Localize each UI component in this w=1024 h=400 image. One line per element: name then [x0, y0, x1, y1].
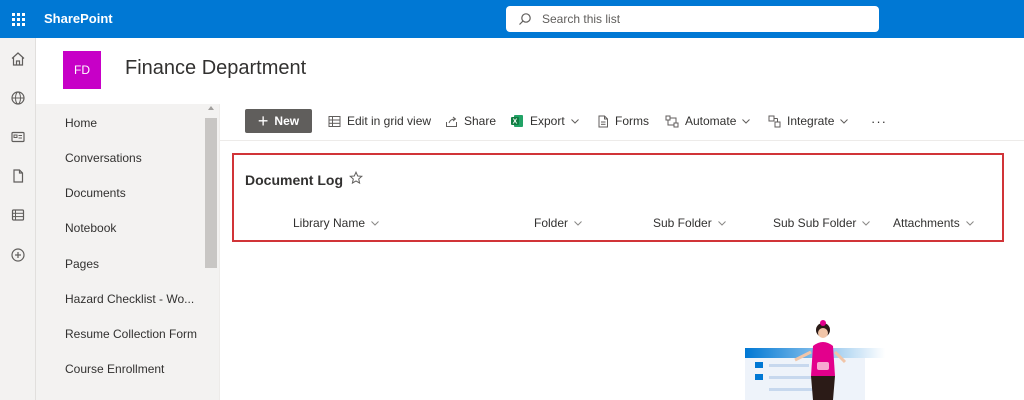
plus-icon: +: [257, 111, 269, 131]
suite-bar: SharePoint Search this list: [0, 0, 1024, 38]
globe-icon: [11, 91, 25, 105]
integrate-icon: [768, 115, 781, 127]
nav-item-hazard-checklist[interactable]: Hazard Checklist - Wo...: [65, 292, 194, 306]
home-icon: [11, 52, 25, 66]
automate-button[interactable]: Automate: [665, 109, 756, 133]
nav-item-home[interactable]: Home: [65, 116, 97, 130]
brand-name[interactable]: SharePoint: [44, 11, 113, 26]
column-label: Sub Folder: [653, 216, 712, 230]
chevron-down-icon: [574, 220, 582, 226]
site-logo[interactable]: FD: [63, 51, 101, 89]
column-header-sub-sub-folder[interactable]: Sub Sub Folder: [773, 216, 871, 230]
chevron-down-icon: [717, 220, 726, 226]
nav-item-documents[interactable]: Documents: [65, 186, 126, 200]
search-input[interactable]: Search this list: [542, 12, 620, 26]
column-header-folder[interactable]: Folder: [534, 216, 582, 230]
waffle-icon: [11, 12, 25, 26]
appbar-create[interactable]: [0, 240, 36, 270]
column-header-library-name[interactable]: Library Name: [293, 216, 379, 230]
nav-item-course-enrollment[interactable]: Course Enrollment: [65, 362, 164, 376]
list-icon: [11, 209, 25, 221]
favorite-star-icon[interactable]: [349, 171, 363, 185]
svg-text:X: X: [513, 119, 518, 126]
form-icon: [598, 115, 608, 127]
search-box[interactable]: Search this list: [506, 6, 879, 32]
column-header-sub-folder[interactable]: Sub Folder: [653, 216, 726, 230]
nav-item-pages[interactable]: Pages: [65, 257, 99, 271]
more-icon: ···: [871, 113, 887, 129]
chevron-down-icon: [862, 220, 871, 226]
export-button[interactable]: X Export: [510, 109, 585, 133]
forms-button[interactable]: Forms: [597, 109, 649, 133]
news-icon: [11, 131, 25, 143]
app-launcher-button[interactable]: [0, 0, 36, 38]
share-button[interactable]: Share: [445, 109, 496, 133]
more-options-button[interactable]: ···: [871, 109, 887, 133]
share-label: Share: [464, 114, 497, 128]
automate-label: Automate: [685, 114, 737, 128]
new-button[interactable]: + New: [245, 109, 312, 133]
nav-item-notebook[interactable]: Notebook: [65, 221, 116, 235]
appbar-sites[interactable]: [0, 83, 36, 113]
grid-icon: [328, 115, 341, 127]
nav-divider: [219, 104, 220, 400]
file-icon: [13, 169, 24, 183]
column-label: Library Name: [293, 216, 366, 230]
column-label: Sub Sub Folder: [773, 216, 857, 230]
appbar-files[interactable]: [0, 161, 36, 191]
scroll-up-arrow-icon[interactable]: [208, 106, 214, 110]
empty-list-illustration: [745, 320, 885, 400]
chevron-down-icon: [570, 118, 579, 124]
column-label: Attachments: [893, 216, 960, 230]
excel-icon: X: [511, 115, 523, 127]
integrate-label: Integrate: [787, 114, 835, 128]
app-bar: [0, 38, 36, 400]
edit-grid-view-button[interactable]: Edit in grid view: [328, 109, 431, 133]
left-navigation: Home Conversations Documents Notebook Pa…: [36, 104, 220, 400]
share-icon: [446, 116, 457, 127]
edit-grid-view-label: Edit in grid view: [347, 114, 432, 128]
chevron-down-icon: [840, 118, 849, 124]
chevron-down-icon: [965, 220, 974, 226]
add-icon: [11, 248, 25, 262]
chevron-down-icon: [742, 118, 751, 124]
nav-item-resume-collection[interactable]: Resume Collection Form: [65, 327, 197, 341]
appbar-lists[interactable]: [0, 200, 36, 230]
new-button-label: New: [274, 114, 300, 128]
column-label: Folder: [534, 216, 569, 230]
flow-icon: [665, 115, 679, 127]
forms-label: Forms: [615, 114, 649, 128]
integrate-button[interactable]: Integrate: [768, 109, 854, 133]
nav-scrollbar-thumb[interactable]: [205, 118, 217, 268]
appbar-news[interactable]: [0, 122, 36, 152]
export-label: Export: [530, 114, 565, 128]
chevron-down-icon: [371, 220, 379, 226]
command-bar-divider: [220, 140, 1024, 141]
search-icon: [519, 13, 531, 25]
column-header-attachments[interactable]: Attachments: [893, 216, 974, 230]
site-title[interactable]: Finance Department: [125, 57, 306, 80]
appbar-home[interactable]: [0, 44, 36, 74]
nav-item-conversations[interactable]: Conversations: [65, 151, 142, 165]
list-title[interactable]: Document Log: [245, 172, 343, 188]
